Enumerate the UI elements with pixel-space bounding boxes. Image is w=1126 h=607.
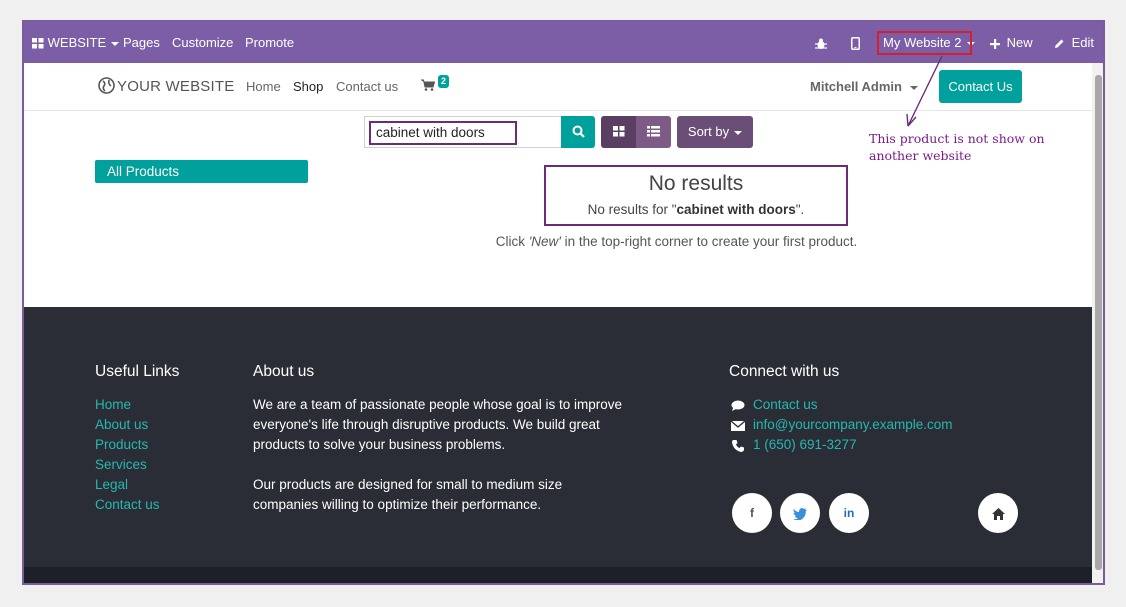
- about-line-1: We are a team of passionate people whose…: [253, 397, 622, 412]
- site-logo-text: YOUR WEBSITE: [117, 78, 235, 95]
- edit-label: Edit: [1071, 35, 1095, 50]
- chevron-down-icon: [734, 130, 743, 135]
- about-spacer: [253, 455, 653, 475]
- browser-frame: WEBSITE Pages Customize Promote My Websi…: [22, 20, 1105, 585]
- about-line-5: Our products are designed for small to m…: [253, 477, 563, 492]
- annotation-note: This product is not show on another webs…: [869, 130, 1054, 164]
- no-results-title: No results: [648, 172, 744, 195]
- search-button[interactable]: [561, 116, 595, 148]
- no-results-suffix: ".: [795, 202, 805, 217]
- create-product-hint: Click 'New' in the top-right corner to c…: [394, 234, 959, 249]
- sort-by-label: Sort by: [687, 124, 730, 139]
- footer-link-services[interactable]: Services: [95, 457, 147, 472]
- list-icon: [647, 126, 660, 137]
- sort-by-dropdown[interactable]: Sort by: [677, 116, 753, 148]
- debug-button[interactable]: [815, 22, 827, 63]
- site-logo[interactable]: YOUR WEBSITE: [98, 63, 234, 111]
- about-line-3: products to solve your business problems…: [253, 437, 506, 452]
- annotation-highlight-box: [877, 31, 972, 55]
- useful-links-title: Useful Links: [95, 363, 180, 380]
- footer-link-contact[interactable]: Contact us: [95, 497, 160, 512]
- footer-link-legal[interactable]: Legal: [95, 477, 128, 492]
- nav-shop[interactable]: Shop: [293, 63, 323, 111]
- search-icon: [572, 125, 585, 139]
- no-results-panel: No results No results for "cabinet with …: [544, 165, 848, 226]
- hint-prefix: Click: [495, 234, 529, 249]
- new-button[interactable]: New: [990, 22, 1033, 63]
- facebook-icon: f: [750, 506, 754, 520]
- scrollbar-thumb[interactable]: [1095, 75, 1102, 570]
- bug-icon: [815, 38, 827, 49]
- connect-phone-link[interactable]: 1 (650) 691-3277: [753, 437, 857, 452]
- twitter-button[interactable]: [780, 493, 820, 533]
- footer-link-home[interactable]: Home: [95, 397, 131, 412]
- chevron-down-icon: [111, 41, 120, 46]
- user-name: Mitchell Admin: [810, 79, 902, 94]
- no-results-message: No results for "cabinet with doors".: [546, 202, 846, 217]
- search-input[interactable]: cabinet with doors: [369, 121, 517, 145]
- cart-count-badge: 2: [438, 75, 450, 88]
- edit-button[interactable]: Edit: [1054, 22, 1094, 63]
- about-title: About us: [253, 363, 315, 380]
- annotation-arrow-icon: [906, 55, 943, 127]
- about-text: We are a team of passionate people whose…: [253, 395, 653, 515]
- category-all-products[interactable]: All Products: [95, 160, 308, 183]
- no-results-term: cabinet with doors: [676, 202, 796, 217]
- linkedin-icon: in: [843, 506, 855, 520]
- twitter-icon: [793, 507, 807, 521]
- connect-email-link[interactable]: info@yourcompany.example.com: [753, 417, 953, 432]
- annotation-line-2: another website: [869, 148, 972, 163]
- chat-icon: [731, 400, 745, 411]
- mobile-icon: [851, 37, 860, 51]
- globe-icon: [98, 77, 115, 94]
- footer-link-products[interactable]: Products: [95, 437, 148, 452]
- linkedin-button[interactable]: in: [829, 493, 869, 533]
- connect-contact-link[interactable]: Contact us: [753, 397, 818, 412]
- grid-icon: [612, 126, 624, 137]
- website-menu-label: WEBSITE: [47, 35, 107, 50]
- pencil-icon: [1055, 39, 1064, 49]
- cart-icon: [421, 79, 436, 91]
- page-scrollbar[interactable]: [1092, 63, 1103, 583]
- envelope-icon: [731, 421, 745, 431]
- plus-icon: [990, 38, 1000, 49]
- no-results-prefix: No results for ": [587, 202, 677, 217]
- new-label: New: [1006, 35, 1033, 50]
- cart-button[interactable]: [421, 63, 436, 111]
- grid-view-button[interactable]: [601, 116, 636, 148]
- nav-home[interactable]: Home: [246, 63, 281, 111]
- hint-suffix: in the top-right corner to create your f…: [560, 234, 858, 249]
- facebook-button[interactable]: f: [732, 493, 772, 533]
- customize-menu[interactable]: Customize: [172, 22, 233, 63]
- website-menu[interactable]: WEBSITE: [32, 22, 120, 63]
- list-view-button[interactable]: [636, 116, 671, 148]
- promote-menu[interactable]: Promote: [245, 22, 294, 63]
- about-line-2: everyone's life through disruptive produ…: [253, 417, 600, 432]
- mobile-preview-button[interactable]: [851, 22, 860, 63]
- about-line-6: companies willing to optimize their perf…: [253, 497, 542, 512]
- footer-link-about[interactable]: About us: [95, 417, 148, 432]
- hint-new: 'New': [528, 234, 561, 249]
- copyright-bar: [24, 567, 1092, 583]
- site-footer: Useful Links Home About us Products Serv…: [24, 307, 1092, 567]
- search-box: cabinet with doors: [364, 116, 562, 148]
- nav-contact[interactable]: Contact us: [336, 63, 398, 111]
- pages-menu[interactable]: Pages: [123, 22, 160, 63]
- home-button[interactable]: [978, 493, 1018, 533]
- home-icon: [991, 507, 1005, 520]
- connect-title: Connect with us: [729, 363, 840, 380]
- annotation-line-1: This product is not show on: [869, 131, 1045, 146]
- phone-icon: [732, 440, 744, 452]
- apps-grid-icon: [32, 38, 44, 49]
